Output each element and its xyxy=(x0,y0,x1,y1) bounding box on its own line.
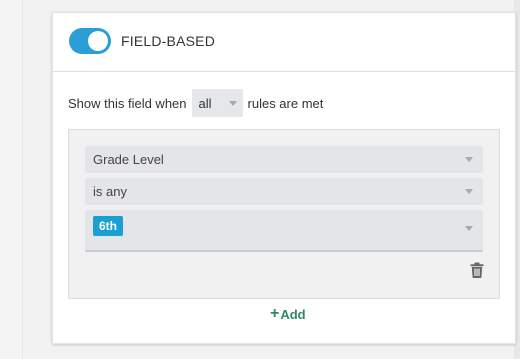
toggle-knob xyxy=(88,31,108,51)
conditional-logic-panel: FIELD-BASED Show this field when all rul… xyxy=(52,12,516,344)
rule-prefix-text: Show this field when xyxy=(68,95,187,111)
chevron-down-icon xyxy=(465,189,473,194)
chevron-down-icon xyxy=(228,100,237,106)
panel-title: FIELD-BASED xyxy=(121,33,215,49)
rule-values-multiselect[interactable]: 6th xyxy=(85,210,483,252)
rule-operator-select[interactable]: is any xyxy=(85,178,483,205)
chevron-down-icon xyxy=(465,157,473,162)
add-rule-button[interactable]: + Add xyxy=(270,305,306,323)
panel-header: FIELD-BASED xyxy=(53,13,515,72)
chevron-down-icon xyxy=(465,226,473,231)
rule-field-value: Grade Level xyxy=(93,152,164,167)
plus-icon: + xyxy=(270,305,280,322)
rule-suffix-text: rules are met xyxy=(247,95,324,111)
value-tag[interactable]: 6th xyxy=(93,216,123,236)
match-mode-value: all xyxy=(198,95,212,111)
field-based-toggle[interactable] xyxy=(69,28,111,54)
rule-sentence: Show this field when all rules are met xyxy=(68,89,323,117)
rule-field-select[interactable]: Grade Level xyxy=(85,146,483,173)
match-mode-select[interactable]: all xyxy=(191,89,243,117)
left-gutter xyxy=(0,0,23,359)
rules-container: Grade Level is any 6th xyxy=(68,129,500,299)
add-rule-label: Add xyxy=(280,306,306,322)
rule-operator-value: is any xyxy=(93,184,127,199)
trash-icon[interactable] xyxy=(470,262,484,278)
